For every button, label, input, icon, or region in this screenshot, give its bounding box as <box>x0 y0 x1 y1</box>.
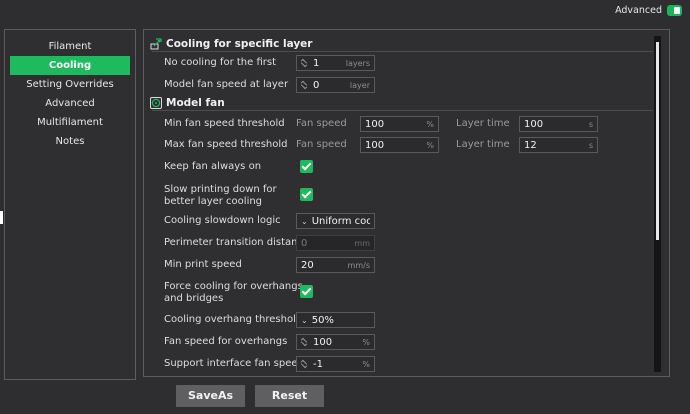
stepper-icon[interactable] <box>300 336 309 348</box>
chevron-down-icon: ⌄ <box>301 216 308 226</box>
overhang-threshold-select[interactable]: ⌄ 50% <box>296 312 375 328</box>
no-cooling-layers-input[interactable]: 1 layers <box>296 55 375 71</box>
support-interface-fan-input[interactable]: -1 % <box>296 356 375 372</box>
cooling-settings-panel: Cooling for specific layer No cooling fo… <box>143 29 670 377</box>
max-fan-speed-input[interactable]: 100 % <box>360 137 439 153</box>
fan-overhangs-input[interactable]: 100 % <box>296 334 375 350</box>
row-no-cooling-first: No cooling for the first 1 layers <box>164 55 649 71</box>
row-keep-fan-on: Keep fan always on <box>164 159 649 175</box>
sidebar-item-multifilament[interactable]: Multifilament <box>10 113 130 132</box>
row-min-print-speed: Min print speed 20 mm/s <box>164 257 649 273</box>
fan-overhangs-label: Fan speed for overhangs <box>164 336 288 347</box>
min-print-speed-input[interactable]: 20 mm/s <box>296 257 375 273</box>
row-fan-overhangs: Fan speed for overhangs 100 % <box>164 334 649 350</box>
overhang-threshold-label: Cooling overhang threshold <box>164 314 303 325</box>
vertical-scrollbar[interactable] <box>654 36 661 372</box>
row-slow-printing: Slow printing down for better layer cool… <box>164 184 649 207</box>
splitter-handle[interactable] <box>0 211 3 224</box>
min-fan-label: Min fan speed threshold <box>164 118 285 129</box>
min-print-speed-label: Min print speed <box>164 259 242 270</box>
sidebar-item-filament[interactable]: Filament <box>10 37 130 56</box>
slowdown-logic-select[interactable]: ⌄ Uniform cool... <box>296 213 375 229</box>
reset-button[interactable]: Reset <box>255 385 324 407</box>
row-support-interface-fan: Support interface fan speed -1 % <box>164 356 649 372</box>
save-as-button[interactable]: SaveAs <box>176 385 245 407</box>
fan-speed-sublabel: Fan speed <box>296 139 347 150</box>
force-cooling-label: Force cooling for overhangs and bridges <box>164 281 303 304</box>
slowdown-logic-label: Cooling slowdown logic <box>164 215 281 226</box>
row-perimeter-transition: Perimeter transition distance 0 mm <box>164 235 649 251</box>
min-layer-time-input[interactable]: 100 s <box>519 116 598 132</box>
sidebar-item-cooling[interactable]: Cooling <box>10 56 130 75</box>
slow-printing-checkbox[interactable] <box>300 188 313 201</box>
row-overhang-threshold: Cooling overhang threshold ⌄ 50% <box>164 312 649 328</box>
section-title: Model fan <box>166 97 225 109</box>
scrollbar-thumb[interactable] <box>656 42 659 240</box>
perimeter-transition-input[interactable]: 0 mm <box>296 235 375 251</box>
fan-speed-sublabel: Fan speed <box>296 118 347 129</box>
row-slowdown-logic: Cooling slowdown logic ⌄ Uniform cool... <box>164 213 649 229</box>
stepper-icon[interactable] <box>300 57 309 69</box>
stepper-icon[interactable] <box>300 79 309 91</box>
toggle-switch-icon[interactable] <box>667 5 682 16</box>
model-fan-layer-input[interactable]: 0 layer <box>296 77 375 93</box>
row-model-fan-at-layer: Model fan speed at layer 0 layer <box>164 77 649 93</box>
model-fan-layer-label: Model fan speed at layer <box>164 79 289 90</box>
sidebar-item-advanced[interactable]: Advanced <box>10 94 130 113</box>
section-cooling-specific-layer: Cooling for specific layer <box>150 36 312 52</box>
support-interface-label: Support interface fan speed <box>164 358 304 369</box>
section-divider <box>152 51 653 52</box>
row-min-fan-threshold: Min fan speed threshold Fan speed 100 % … <box>164 116 649 132</box>
layer-time-sublabel: Layer time <box>456 139 510 150</box>
max-layer-time-input[interactable]: 12 s <box>519 137 598 153</box>
row-max-fan-threshold: Max fan speed threshold Fan speed 100 % … <box>164 137 649 153</box>
advanced-label: Advanced <box>615 5 662 16</box>
perimeter-transition-label: Perimeter transition distance <box>164 237 310 248</box>
settings-category-sidebar: Filament Cooling Setting Overrides Advan… <box>4 29 136 380</box>
min-fan-speed-input[interactable]: 100 % <box>360 116 439 132</box>
stepper-icon[interactable] <box>300 358 309 370</box>
force-cooling-checkbox[interactable] <box>300 285 313 298</box>
advanced-mode-toggle[interactable]: Advanced <box>615 5 682 16</box>
chevron-down-icon: ⌄ <box>301 315 308 325</box>
max-fan-label: Max fan speed threshold <box>164 139 288 150</box>
layer-time-sublabel: Layer time <box>456 118 510 129</box>
no-cooling-label: No cooling for the first <box>164 57 276 68</box>
layer-fan-icon <box>150 38 162 50</box>
row-force-cooling: Force cooling for overhangs and bridges <box>164 281 649 304</box>
fan-icon <box>150 97 162 109</box>
sidebar-item-setting-overrides[interactable]: Setting Overrides <box>10 75 130 94</box>
section-model-fan: Model fan <box>150 95 225 111</box>
slow-printing-label: Slow printing down for better layer cool… <box>164 184 277 207</box>
keep-fan-on-checkbox[interactable] <box>300 160 313 173</box>
section-divider <box>152 110 653 111</box>
sidebar-item-notes[interactable]: Notes <box>10 132 130 151</box>
section-title: Cooling for specific layer <box>166 38 313 50</box>
keep-fan-label: Keep fan always on <box>164 161 262 172</box>
